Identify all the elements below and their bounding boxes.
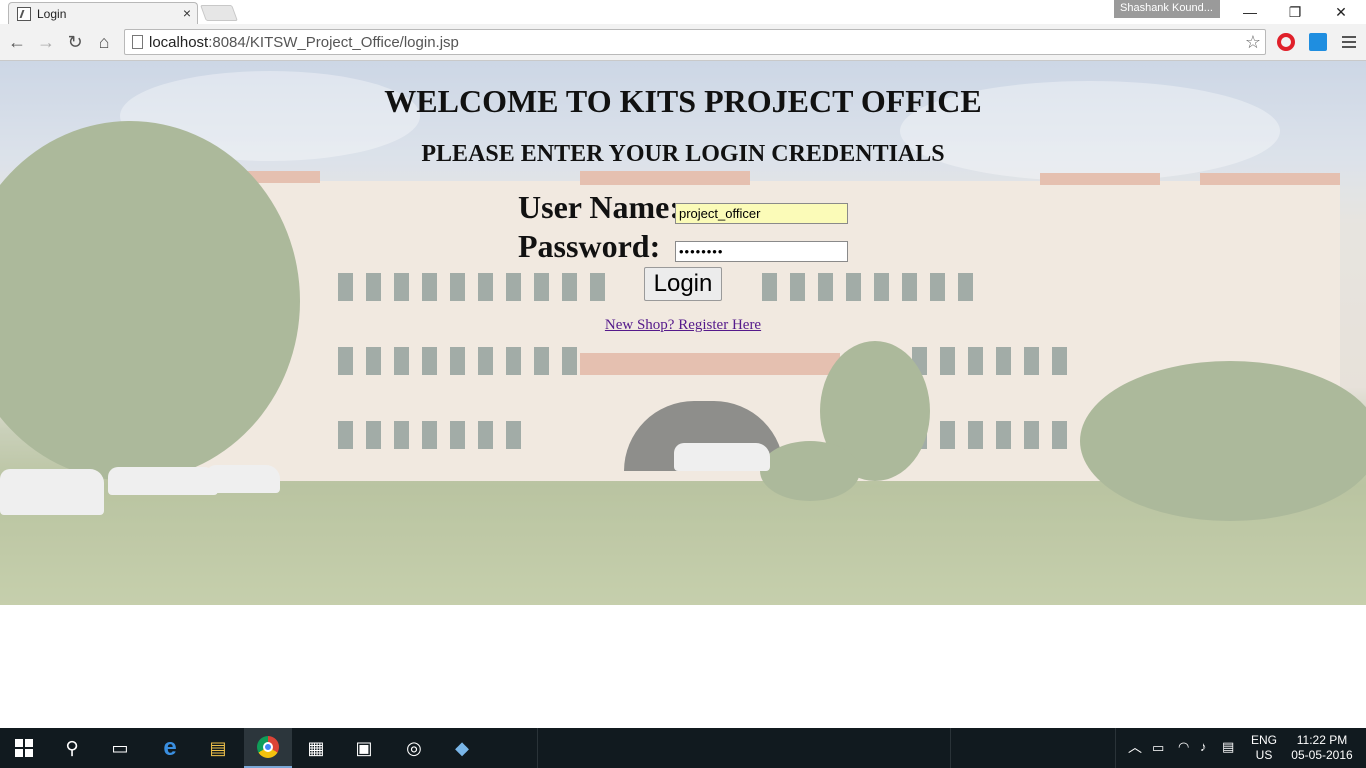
start-button[interactable] <box>0 728 48 768</box>
username-label: User Name: <box>518 189 681 225</box>
new-tab-button[interactable] <box>200 5 238 21</box>
volume-icon[interactable]: ♪ <box>1200 739 1207 754</box>
minimize-button[interactable]: — <box>1227 0 1273 24</box>
file-explorer-icon[interactable]: ▤ <box>194 728 242 768</box>
restore-button[interactable]: ❐ <box>1272 0 1318 24</box>
wifi-icon[interactable]: ◠ <box>1178 739 1189 754</box>
register-link: New Shop? Register Here <box>0 317 1366 334</box>
show-hidden-icons[interactable]: ︿ <box>1128 740 1142 755</box>
page-favicon-icon <box>17 7 31 21</box>
tab-title: Login <box>37 7 67 21</box>
region-code: US <box>1255 748 1273 762</box>
clock-time: 11:22 PM <box>1296 733 1348 747</box>
close-window-button[interactable]: ✕ <box>1318 0 1364 24</box>
page-subtitle: PLEASE ENTER YOUR LOGIN CREDENTIALS <box>421 141 945 167</box>
tab-strip: Login × Shashank Kound... — ❐ ✕ <box>0 0 1366 24</box>
language-code: ENG <box>1250 733 1277 747</box>
remote-desktop-icon[interactable]: ▣ <box>340 728 388 768</box>
media-player-icon[interactable]: ◎ <box>390 728 438 768</box>
back-icon[interactable]: ← <box>6 31 28 53</box>
page-viewport: WELCOME TO KITS PROJECT OFFICE PLEASE EN… <box>0 61 1366 728</box>
username-input[interactable] <box>675 203 848 224</box>
forward-icon[interactable]: → <box>35 31 57 53</box>
page-icon <box>132 35 143 49</box>
register-link-text[interactable]: New Shop? Register Here <box>605 317 761 333</box>
calculator-icon[interactable]: ▦ <box>292 728 340 768</box>
task-view-icon[interactable]: ▭ <box>96 728 144 768</box>
password-input[interactable] <box>675 241 848 262</box>
clock-date: 05-05-2016 <box>1291 748 1353 762</box>
windows-logo-icon <box>15 739 33 757</box>
profile-button[interactable]: Shashank Kound... <box>1114 0 1220 18</box>
home-icon[interactable]: ⌂ <box>93 31 115 53</box>
action-center-icon[interactable]: ▤ <box>1222 739 1234 754</box>
chrome-menu-icon[interactable] <box>1340 32 1358 52</box>
url-host: localhost <box>149 34 209 51</box>
app-cube-icon[interactable]: ◆ <box>438 728 486 768</box>
windows-taskbar: ⚲ ▭ e ▤ ▦ ▣ ◎ ◆ ︿ ▭ ◠ ♪ ▤ ENG US 11:22 P… <box>0 728 1366 768</box>
browser-toolbar: ← → ↻ ⌂ localhost:8084/KITSW_Project_Off… <box>0 24 1366 61</box>
bookmark-star-icon[interactable]: ☆ <box>1245 32 1261 53</box>
url-text[interactable]: localhost:8084/KITSW_Project_Office/logi… <box>149 34 459 51</box>
edge-icon[interactable]: e <box>146 728 194 768</box>
address-bar[interactable]: localhost:8084/KITSW_Project_Office/logi… <box>124 29 1266 55</box>
battery-icon[interactable]: ▭ <box>1152 740 1164 755</box>
chrome-taskbar-icon[interactable] <box>244 728 292 768</box>
tab-login[interactable]: Login × <box>8 2 198 24</box>
password-label: Password: <box>518 228 661 264</box>
clock[interactable]: 11:22 PM 05-05-2016 <box>1286 733 1358 763</box>
url-path: :8084/KITSW_Project_Office/login.jsp <box>208 34 459 51</box>
search-icon[interactable]: ⚲ <box>48 728 96 768</box>
page-title: WELCOME TO KITS PROJECT OFFICE <box>384 83 982 119</box>
login-button[interactable]: Login <box>644 267 722 301</box>
reload-icon[interactable]: ↻ <box>64 31 86 53</box>
input-language[interactable]: ENG US <box>1250 733 1278 763</box>
opera-extension-icon[interactable] <box>1277 33 1295 51</box>
extension-icon[interactable] <box>1309 33 1327 51</box>
tab-close-icon[interactable]: × <box>183 5 191 21</box>
